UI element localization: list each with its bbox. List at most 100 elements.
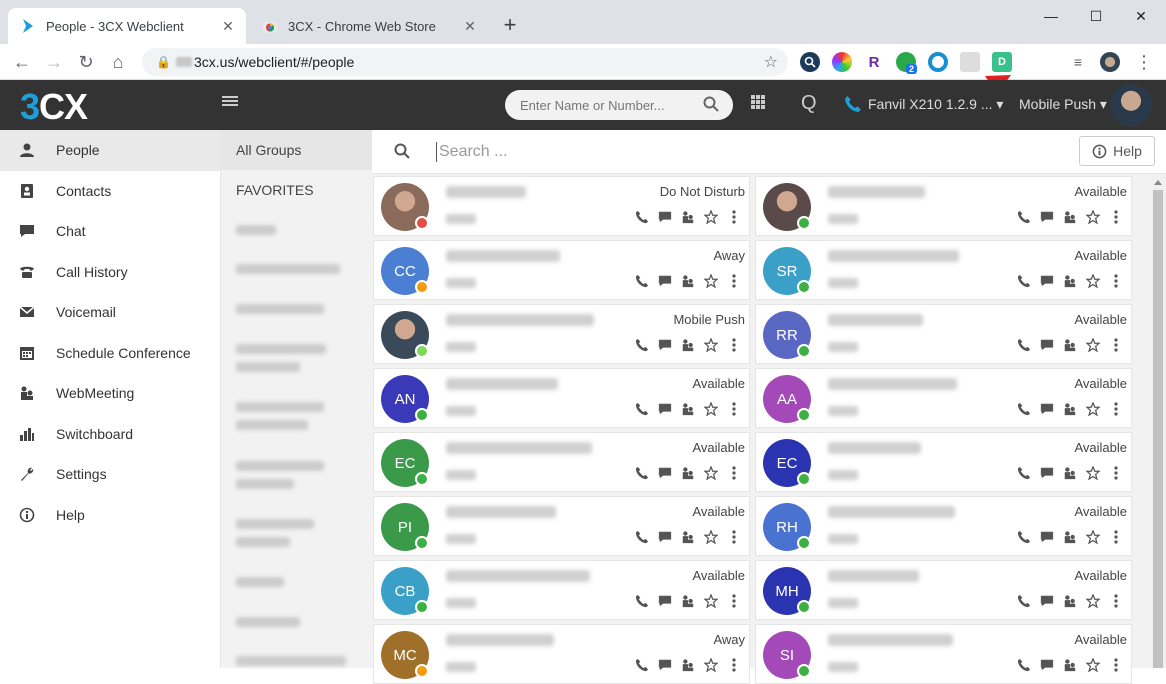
favorite-star-icon[interactable]	[1085, 401, 1100, 416]
webmeeting-icon[interactable]	[1062, 465, 1077, 480]
menu-toggle-icon[interactable]	[222, 96, 238, 110]
forward-arrow-icon[interactable]: →	[42, 50, 66, 74]
more-options-icon[interactable]	[1108, 593, 1123, 608]
chat-icon[interactable]	[657, 657, 672, 672]
group-favorites[interactable]: FAVORITES	[221, 170, 372, 210]
favorite-star-icon[interactable]	[1085, 209, 1100, 224]
favorite-star-icon[interactable]	[703, 401, 718, 416]
search-extension-icon[interactable]	[800, 52, 820, 72]
webmeeting-icon[interactable]	[680, 657, 695, 672]
people-search-input[interactable]: Search ...	[436, 142, 507, 162]
favorite-star-icon[interactable]	[1085, 465, 1100, 480]
close-tab-icon[interactable]: ✕	[220, 18, 236, 34]
scroll-up-icon[interactable]	[1154, 180, 1162, 185]
r-extension-icon[interactable]: R	[864, 52, 884, 72]
phone-device-label[interactable]: Fanvil X210 1.2.9 ... ▾	[868, 96, 1003, 113]
scrollbar[interactable]	[1150, 176, 1166, 668]
more-options-icon[interactable]	[726, 593, 741, 608]
favorite-star-icon[interactable]	[703, 657, 718, 672]
chat-icon[interactable]	[1039, 657, 1054, 672]
contact-card[interactable]: AN Available	[373, 368, 750, 428]
tab-people[interactable]: People - 3CX Webclient ✕	[8, 8, 246, 44]
chat-icon[interactable]	[657, 529, 672, 544]
favorite-star-icon[interactable]	[1085, 529, 1100, 544]
group-item[interactable]	[221, 563, 372, 603]
chat-icon[interactable]	[657, 273, 672, 288]
chat-icon[interactable]	[1039, 401, 1054, 416]
sidebar-item-call-history[interactable]: Call History	[0, 252, 220, 293]
chat-icon[interactable]	[1039, 529, 1054, 544]
group-item[interactable]	[221, 210, 372, 250]
new-tab-button[interactable]: +	[498, 14, 522, 38]
contact-card[interactable]: RR Available	[755, 304, 1132, 364]
chat-icon[interactable]	[657, 465, 672, 480]
sidebar-item-contacts[interactable]: Contacts	[0, 171, 220, 212]
call-icon[interactable]	[1016, 273, 1031, 288]
webmeeting-icon[interactable]	[1062, 657, 1077, 672]
more-options-icon[interactable]	[726, 401, 741, 416]
call-icon[interactable]	[1016, 465, 1031, 480]
more-options-icon[interactable]	[1108, 401, 1123, 416]
contact-card[interactable]: SR Available	[755, 240, 1132, 300]
call-icon[interactable]	[634, 529, 649, 544]
call-icon[interactable]	[634, 465, 649, 480]
contact-card[interactable]: EC Available	[755, 432, 1132, 492]
d-extension-icon[interactable]: D	[992, 52, 1012, 72]
contact-card[interactable]: AA Available	[755, 368, 1132, 428]
more-options-icon[interactable]	[726, 273, 741, 288]
call-icon[interactable]	[1016, 593, 1031, 608]
call-icon[interactable]	[634, 273, 649, 288]
webmeeting-icon[interactable]	[1062, 273, 1077, 288]
call-icon[interactable]	[1016, 209, 1031, 224]
sidebar-item-help[interactable]: Help	[0, 495, 220, 536]
call-icon[interactable]	[634, 593, 649, 608]
webmeeting-icon[interactable]	[1062, 337, 1077, 352]
call-icon[interactable]	[634, 337, 649, 352]
maximize-button[interactable]: ☐	[1073, 4, 1119, 28]
queue-icon[interactable]: Q	[801, 92, 817, 115]
call-icon[interactable]	[634, 209, 649, 224]
group-item[interactable]	[221, 329, 372, 388]
webmeeting-icon[interactable]	[1062, 529, 1077, 544]
chat-icon[interactable]	[1039, 209, 1054, 224]
more-options-icon[interactable]	[726, 657, 741, 672]
sidebar-item-voicemail[interactable]: Voicemail	[0, 292, 220, 333]
chat-extension-icon[interactable]: 2	[896, 52, 918, 74]
contact-card[interactable]: PI Available	[373, 496, 750, 556]
call-icon[interactable]	[1016, 657, 1031, 672]
favorite-star-icon[interactable]	[703, 337, 718, 352]
call-icon[interactable]	[1016, 401, 1031, 416]
contact-card[interactable]: MC Away	[373, 624, 750, 684]
favorite-star-icon[interactable]	[1085, 273, 1100, 288]
media-queue-icon[interactable]: ≡	[1066, 50, 1090, 74]
profile-avatar[interactable]	[1100, 52, 1120, 72]
chat-icon[interactable]	[657, 401, 672, 416]
group-item[interactable]	[221, 250, 372, 290]
help-button[interactable]: Help	[1079, 136, 1155, 166]
call-icon[interactable]	[634, 401, 649, 416]
contact-card[interactable]: Available	[755, 176, 1132, 236]
address-bar[interactable]: 🔒 3cx.us/webclient/#/people ☆	[142, 48, 788, 76]
sidebar-item-settings[interactable]: Settings	[0, 454, 220, 495]
user-avatar[interactable]	[1110, 84, 1152, 126]
dial-search-input[interactable]: Enter Name or Number...	[505, 90, 733, 120]
contact-card[interactable]: RH Available	[755, 496, 1132, 556]
group-item[interactable]	[221, 602, 372, 642]
back-arrow-icon[interactable]: ←	[10, 50, 34, 74]
webmeeting-icon[interactable]	[680, 209, 695, 224]
mobile-push-dropdown[interactable]: Mobile Push ▾	[1019, 96, 1107, 113]
more-options-icon[interactable]	[726, 337, 741, 352]
webmeeting-icon[interactable]	[680, 273, 695, 288]
call-icon[interactable]	[634, 657, 649, 672]
more-options-icon[interactable]	[1108, 273, 1123, 288]
bookmark-star-icon[interactable]: ☆	[764, 52, 778, 72]
chat-icon[interactable]	[657, 337, 672, 352]
contact-card[interactable]: SI Available	[755, 624, 1132, 684]
circle-extension-icon[interactable]	[928, 52, 948, 72]
more-options-icon[interactable]	[1108, 209, 1123, 224]
favorite-star-icon[interactable]	[703, 209, 718, 224]
contact-card[interactable]: EC Available	[373, 432, 750, 492]
more-options-icon[interactable]	[1108, 337, 1123, 352]
more-options-icon[interactable]	[1108, 657, 1123, 672]
sidebar-item-schedule-conference[interactable]: Schedule Conference	[0, 333, 220, 374]
